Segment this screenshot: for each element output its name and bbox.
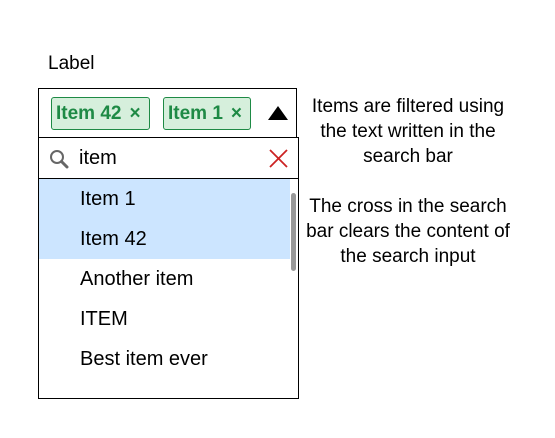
search-bar (39, 138, 298, 179)
chip-label: Item 42 (56, 102, 122, 124)
field-label: Label (48, 53, 95, 74)
help-text-filtering: Items are filtered using the text writte… (311, 96, 505, 167)
chip-item-1[interactable]: Item 1 × (163, 97, 252, 130)
search-icon (50, 150, 69, 169)
option-another-item[interactable]: Another item (39, 259, 290, 299)
multi-select-control[interactable]: Item 42 × Item 1 × (38, 88, 297, 137)
option-item-42[interactable]: Item 42 (39, 219, 290, 259)
option-best-item-ever[interactable]: Best item ever (39, 339, 290, 379)
caret-up-icon[interactable] (268, 106, 288, 120)
option-item-1[interactable]: Item 1 (39, 179, 290, 219)
chip-remove-icon[interactable]: × (231, 103, 242, 125)
close-icon[interactable] (269, 149, 288, 168)
search-input[interactable] (79, 145, 259, 171)
dropdown-panel: Item 1 Item 42 Another item ITEM Best it… (38, 137, 299, 399)
option-list: Item 1 Item 42 Another item ITEM Best it… (39, 179, 298, 379)
chip-label: Item 1 (168, 102, 223, 124)
option-item-upper[interactable]: ITEM (39, 299, 290, 339)
chip-item-42[interactable]: Item 42 × (51, 97, 150, 130)
scrollbar-thumb[interactable] (291, 193, 296, 271)
chip-remove-icon[interactable]: × (129, 103, 140, 125)
help-text-clear: The cross in the search bar clears the c… (306, 196, 510, 267)
